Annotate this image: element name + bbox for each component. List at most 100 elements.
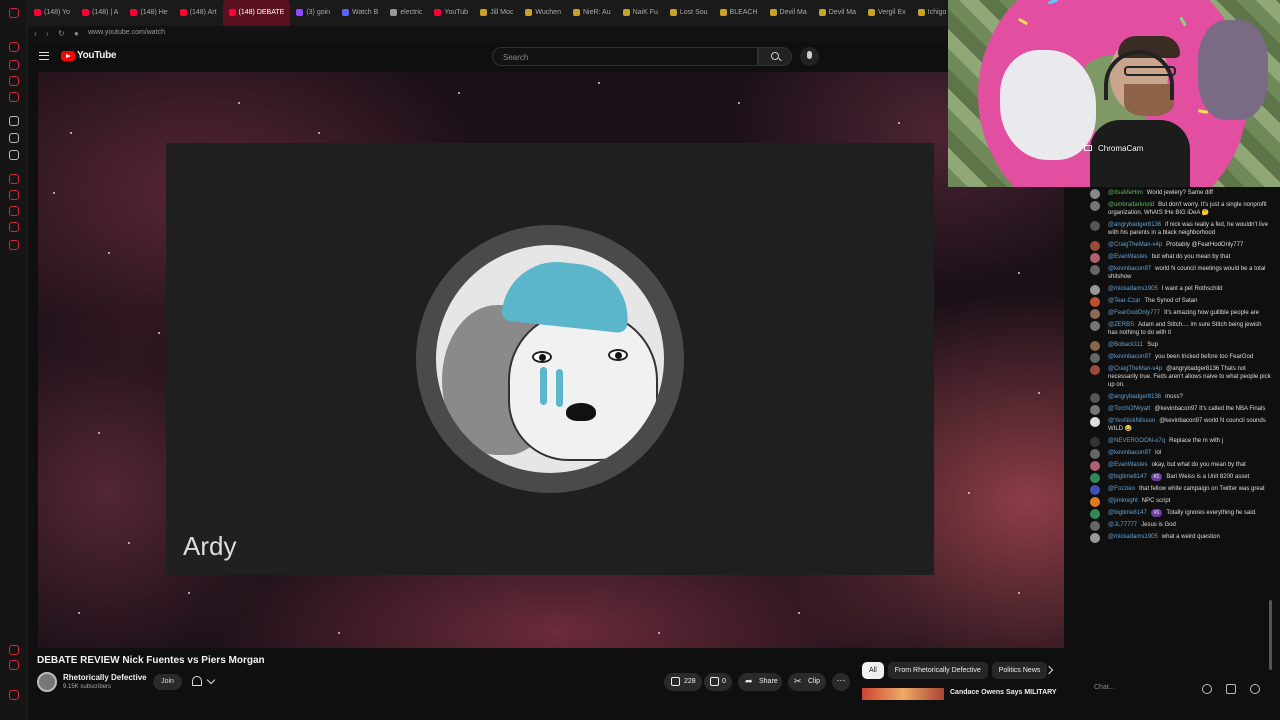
- chat-username[interactable]: @CraigTheMan-v4p: [1108, 366, 1162, 372]
- chat-username[interactable]: @kevinbacon97: [1108, 354, 1151, 360]
- chat-avatar[interactable]: [1090, 309, 1100, 319]
- chat-username[interactable]: @Fozzieo: [1108, 486, 1135, 492]
- chat-username[interactable]: @EvanWastes: [1108, 254, 1148, 260]
- video-player[interactable]: Ardy: [38, 72, 1064, 648]
- chat-avatar[interactable]: [1090, 417, 1100, 427]
- emoji-icon[interactable]: [1202, 684, 1212, 694]
- sidebar-app-icon[interactable]: [9, 60, 19, 70]
- sidebar-app-icon[interactable]: [9, 174, 19, 184]
- chat-input[interactable]: Chat...: [1088, 681, 1198, 696]
- chat-avatar[interactable]: [1090, 285, 1100, 295]
- menu-icon[interactable]: [39, 52, 49, 60]
- recommended-video-title[interactable]: Candace Owens Says MILITARY: [950, 689, 1057, 696]
- chat-avatar[interactable]: [1090, 393, 1100, 403]
- chat-avatar[interactable]: [1090, 485, 1100, 495]
- chat-username[interactable]: @JL77777: [1108, 522, 1137, 528]
- sidebar-app-icon[interactable]: [9, 42, 19, 52]
- like-button[interactable]: 228: [664, 673, 702, 691]
- chevron-down-icon[interactable]: [206, 675, 216, 685]
- chat-avatar[interactable]: [1090, 189, 1100, 199]
- browser-tab[interactable]: Watch B: [336, 0, 384, 26]
- sidebar-app-icon[interactable]: [9, 222, 19, 232]
- chat-username[interactable]: @FearGodOnly777: [1108, 310, 1160, 316]
- bell-icon[interactable]: [192, 676, 202, 686]
- chat-avatar[interactable]: [1090, 521, 1100, 531]
- chat-username[interactable]: @NEVERGOON-o7q: [1108, 438, 1165, 444]
- chip[interactable]: Politics News: [991, 662, 1048, 679]
- browser-tab[interactable]: (148) DEBATE: [222, 0, 291, 26]
- chat-avatar[interactable]: [1090, 461, 1100, 471]
- chip[interactable]: All: [862, 662, 884, 679]
- browser-tab[interactable]: BLEACH: [714, 0, 764, 26]
- youtube-logo-icon[interactable]: [61, 51, 75, 61]
- browser-tab[interactable]: Lost Sou: [664, 0, 714, 26]
- chat-username[interactable]: @ItsaMeHim: [1108, 190, 1143, 196]
- browser-tab[interactable]: (148) | A: [76, 0, 124, 26]
- browser-tab[interactable]: Devil Ma: [813, 0, 862, 26]
- reload-icon[interactable]: ↻: [58, 29, 65, 38]
- chat-username[interactable]: @TorchOfWyatt: [1108, 406, 1150, 412]
- forward-icon[interactable]: ›: [46, 29, 49, 38]
- chat-username[interactable]: @jimknight: [1108, 498, 1138, 504]
- heart-icon[interactable]: [1250, 684, 1260, 694]
- opera-icon[interactable]: [9, 8, 19, 18]
- sidebar-app-icon[interactable]: [9, 660, 19, 670]
- chat-avatar[interactable]: [1090, 201, 1100, 211]
- sidebar-app-icon[interactable]: [9, 116, 19, 126]
- chat-username[interactable]: @kevinbacon97: [1108, 450, 1151, 456]
- join-button[interactable]: Join: [153, 674, 182, 690]
- sidebar-app-icon[interactable]: [9, 133, 19, 143]
- chat-avatar[interactable]: [1090, 265, 1100, 275]
- chat-username[interactable]: @angrybadger8136: [1108, 222, 1161, 228]
- browser-tab[interactable]: (3) goin: [290, 0, 336, 26]
- browser-tab[interactable]: electric: [384, 0, 428, 26]
- chat-avatar[interactable]: [1090, 221, 1100, 231]
- sidebar-app-icon[interactable]: [9, 92, 19, 102]
- chat-avatar[interactable]: [1090, 533, 1100, 543]
- share-button[interactable]: ➦ Share: [738, 673, 782, 691]
- back-icon[interactable]: ‹: [34, 29, 37, 38]
- sidebar-app-icon[interactable]: [9, 206, 19, 216]
- youtube-logo-text[interactable]: YouTube: [77, 50, 117, 61]
- chat-username[interactable]: @YesNickNilsson: [1108, 418, 1155, 424]
- gift-icon[interactable]: [1226, 684, 1236, 694]
- chat-avatar[interactable]: [1090, 241, 1100, 251]
- chat-username[interactable]: @mickadams1905: [1108, 286, 1158, 292]
- channel-name[interactable]: Rhetorically Defective: [63, 673, 147, 682]
- browser-tab[interactable]: (148) Yo: [28, 0, 76, 26]
- recommended-video-thumbnail[interactable]: [862, 688, 944, 700]
- chat-scrollbar[interactable]: [1269, 600, 1272, 670]
- chat-username[interactable]: @umbradarknold: [1108, 202, 1154, 208]
- dislike-button[interactable]: 0: [704, 673, 732, 691]
- chat-avatar[interactable]: [1090, 253, 1100, 263]
- sidebar-app-icon[interactable]: [9, 645, 19, 655]
- browser-tab[interactable]: Wuchen: [519, 0, 567, 26]
- channel-avatar[interactable]: [37, 672, 57, 692]
- chat-avatar[interactable]: [1090, 437, 1100, 447]
- chat-username[interactable]: @bigtime8147: [1108, 510, 1147, 516]
- chat-avatar[interactable]: [1090, 321, 1100, 331]
- browser-tab[interactable]: Devil Ma: [764, 0, 813, 26]
- more-actions-button[interactable]: ⋯: [832, 673, 850, 691]
- chat-avatar[interactable]: [1090, 473, 1100, 483]
- chat-username[interactable]: @CraigTheMan-v4p: [1108, 242, 1162, 248]
- url-text[interactable]: www.youtube.com/watch: [88, 29, 165, 36]
- chat-avatar[interactable]: [1090, 449, 1100, 459]
- chat-username[interactable]: @angrybadger8136: [1108, 394, 1161, 400]
- chat-avatar[interactable]: [1090, 341, 1100, 351]
- chat-username[interactable]: @ZERBS: [1108, 322, 1134, 328]
- settings-icon[interactable]: [9, 240, 19, 250]
- browser-tab[interactable]: NieR: Au: [567, 0, 617, 26]
- search-input[interactable]: Search: [492, 47, 758, 66]
- microphone-icon[interactable]: [800, 47, 819, 66]
- chat-avatar[interactable]: [1090, 497, 1100, 507]
- chat-username[interactable]: @kevinbacon97: [1108, 266, 1151, 272]
- chat-username[interactable]: @EvanWastes: [1108, 462, 1148, 468]
- chat-username[interactable]: @Tear-Czar: [1108, 298, 1140, 304]
- browser-tab[interactable]: Jill Moc: [474, 0, 519, 26]
- browser-tab[interactable]: Ichigo: [912, 0, 948, 26]
- sidebar-app-icon[interactable]: [9, 190, 19, 200]
- search-button[interactable]: [758, 47, 792, 66]
- chat-username[interactable]: @mickadams1905: [1108, 534, 1158, 540]
- chat-avatar[interactable]: [1090, 405, 1100, 415]
